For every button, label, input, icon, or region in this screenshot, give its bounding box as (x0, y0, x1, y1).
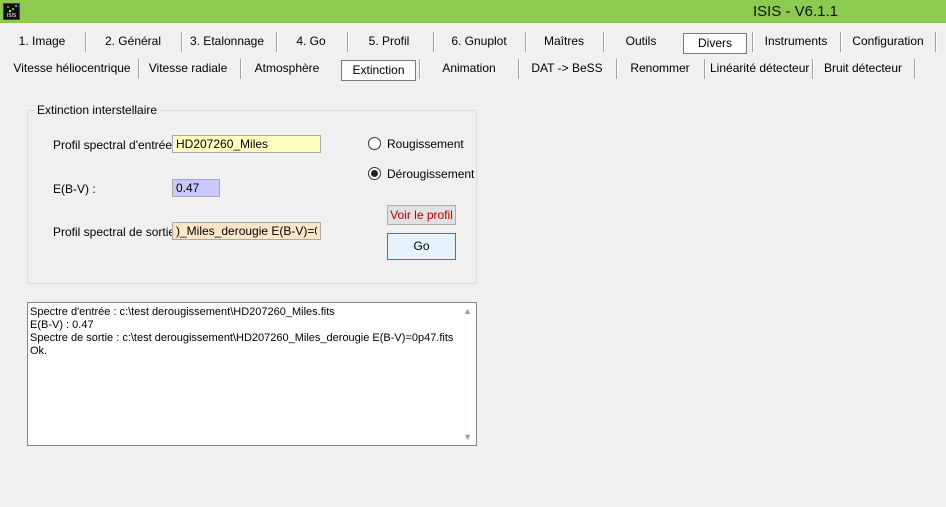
tab-separator (85, 32, 87, 52)
tab-instruments[interactable]: Instruments (758, 32, 834, 51)
tab-separator (518, 59, 520, 79)
tab-separator (181, 32, 183, 52)
log-line: Ok. (30, 345, 48, 357)
app-icon-text: ISIS (6, 13, 17, 19)
derougissement-radio[interactable] (368, 167, 381, 180)
tab-separator (276, 32, 278, 52)
input-profile-label: Profil spectral d'entrée : (53, 138, 179, 152)
tab-separator (419, 59, 421, 79)
tab-divers[interactable]: Divers (683, 33, 747, 54)
tab-separator (840, 32, 842, 52)
tab-gnuplot[interactable]: 6. Gnuplot (440, 32, 518, 51)
log-line: Spectre d'entrée : c:\test derougissemen… (30, 306, 335, 318)
tab-separator (812, 59, 814, 79)
title-bar: ISIS ISIS - V6.1.1 (0, 0, 946, 23)
output-profile-field[interactable] (172, 222, 321, 240)
tab-separator (914, 59, 916, 79)
tab-separator (240, 59, 242, 79)
view-profile-button[interactable]: Voir le profil (387, 205, 456, 225)
tab-go[interactable]: 4. Go (282, 32, 340, 51)
tab-vitesse-radiale[interactable]: Vitesse radiale (144, 59, 232, 78)
tab-separator (704, 59, 706, 79)
rougissement-label[interactable]: Rougissement (387, 137, 464, 151)
tab-bruit-detecteur[interactable]: Bruit détecteur (818, 59, 908, 78)
sub-tab-row: Vitesse héliocentrique Vitesse radiale A… (0, 56, 946, 81)
window-title: ISIS - V6.1.1 (752, 3, 838, 20)
log-line: E(B-V) : 0.47 (30, 319, 94, 331)
tab-separator (138, 59, 140, 79)
tab-separator (935, 32, 937, 52)
tab-configuration[interactable]: Configuration (846, 32, 930, 51)
tab-outils[interactable]: Outils (610, 32, 672, 51)
tab-separator (525, 32, 527, 52)
tab-vitesse-heliocentrique[interactable]: Vitesse héliocentrique (12, 59, 132, 78)
tab-maitres[interactable]: Maîtres (532, 32, 596, 51)
extinction-group-title: Extinction interstellaire (34, 103, 161, 117)
log-lines: Spectre d'entrée : c:\test derougissemen… (30, 306, 453, 358)
input-profile-field[interactable] (172, 135, 321, 153)
tab-extinction[interactable]: Extinction (341, 60, 416, 81)
scroll-down-arrow-icon[interactable]: ▼ (463, 432, 472, 442)
main-tab-row: 1. Image 2. Général 3. Etalonnage 4. Go … (0, 29, 946, 54)
tab-separator (603, 32, 605, 52)
go-button[interactable]: Go (387, 233, 456, 260)
output-profile-label: Profil spectral de sortie : (53, 225, 182, 239)
tab-etalonnage[interactable]: 3. Etalonnage (187, 32, 267, 51)
log-line: Spectre de sortie : c:\test derougisseme… (30, 332, 454, 344)
tab-animation[interactable]: Animation (425, 59, 513, 78)
tab-linearite-detecteur[interactable]: Linéarité détecteur (710, 59, 809, 78)
tab-general[interactable]: 2. Général (92, 32, 174, 51)
tab-separator (433, 32, 435, 52)
tab-atmosphere[interactable]: Atmosphère (246, 59, 328, 78)
rougissement-radio[interactable] (368, 137, 381, 150)
tab-separator (616, 59, 618, 79)
tab-image[interactable]: 1. Image (8, 32, 76, 51)
tab-renommer[interactable]: Renommer (622, 59, 698, 78)
ebv-label: E(B-V) : (53, 182, 96, 196)
tab-separator (347, 32, 349, 52)
scroll-up-arrow-icon[interactable]: ▲ (463, 306, 472, 316)
isis-app-icon[interactable]: ISIS (3, 3, 20, 20)
log-textbox[interactable]: Spectre d'entrée : c:\test derougissemen… (27, 302, 477, 446)
ebv-field[interactable] (172, 179, 220, 197)
tab-separator (752, 32, 754, 52)
derougissement-label[interactable]: Dérougissement (387, 167, 474, 181)
tab-profil[interactable]: 5. Profil (353, 32, 425, 51)
tab-dat-bess[interactable]: DAT -> BeSS (524, 59, 610, 78)
